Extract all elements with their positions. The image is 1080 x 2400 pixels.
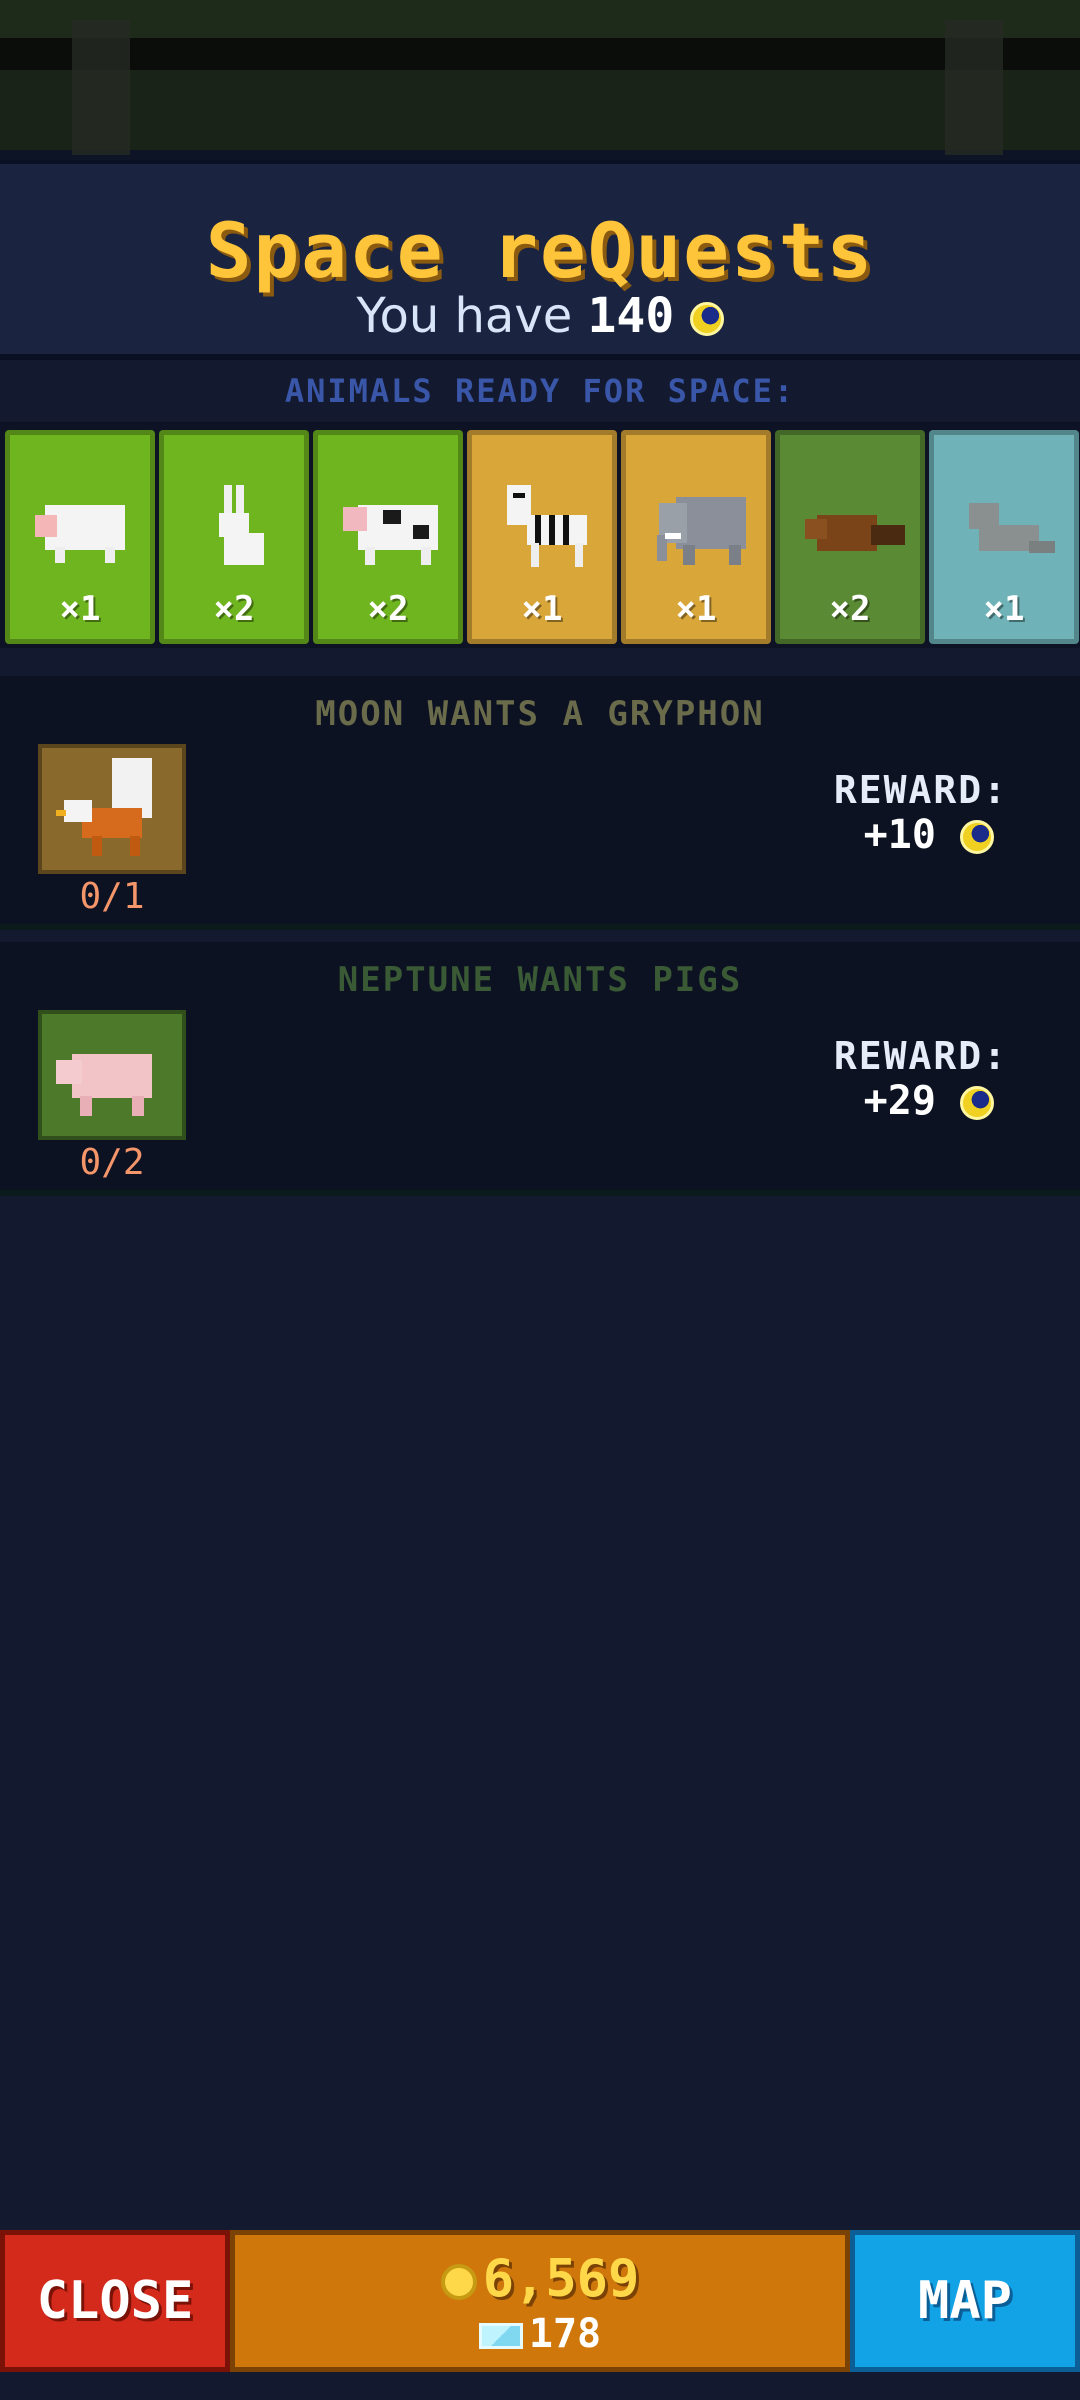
quest-title: MOON WANTS A GRYPHON xyxy=(315,694,765,734)
space-coin-icon xyxy=(689,302,724,336)
gold-coin-icon xyxy=(440,2264,477,2300)
gold-amount: 6,569 xyxy=(482,2249,640,2309)
balance-prefix: You have xyxy=(356,288,573,344)
animal-qty: ×1 xyxy=(675,589,717,629)
close-button[interactable]: CLOSE xyxy=(0,2230,230,2372)
quest-row-moon[interactable]: MOON WANTS A GRYPHON 0/1 REWARD: +10 xyxy=(0,676,1080,930)
quest-row-neptune[interactable]: NEPTUNE WANTS PIGS 0/2 REWARD: +29 xyxy=(0,942,1080,1196)
animal-card-cow[interactable]: ×2 xyxy=(313,430,463,644)
animal-card-seal[interactable]: ×1 xyxy=(929,430,1079,644)
scene-pillar xyxy=(72,20,130,155)
animals-ready-label: ANIMALS READY FOR SPACE: xyxy=(284,372,796,410)
zebra-icon xyxy=(507,485,587,567)
reward-amount: +29 xyxy=(863,1078,936,1124)
scene-pillar xyxy=(945,20,1003,155)
gem-amount: 178 xyxy=(528,2311,602,2357)
animal-card-sheep[interactable]: ×1 xyxy=(5,430,155,644)
animal-qty: ×1 xyxy=(983,589,1025,629)
animal-qty: ×2 xyxy=(367,589,409,629)
animal-qty: ×2 xyxy=(829,589,871,629)
beaver-icon xyxy=(805,515,905,551)
page-title: Space reQuests xyxy=(205,206,875,295)
bottom-bar: CLOSE 6,569 178 MAP xyxy=(0,2230,1080,2372)
reward-value: +29 xyxy=(864,1078,994,1124)
elephant-icon xyxy=(657,497,746,565)
animal-qty: ×2 xyxy=(213,589,255,629)
animal-qty: ×1 xyxy=(521,589,563,629)
quest-animal-slot[interactable] xyxy=(38,744,186,874)
animals-carousel[interactable]: ×1 ×2 ×2 ×1 ×1 ×2 ×1 xyxy=(0,422,1080,648)
reward-value: +10 xyxy=(864,812,994,858)
animal-qty: ×1 xyxy=(59,589,101,629)
space-coin-icon xyxy=(960,820,994,854)
animal-card-zebra[interactable]: ×1 xyxy=(467,430,617,644)
quest-animal-slot[interactable] xyxy=(38,1010,186,1140)
seal-icon xyxy=(969,503,1055,553)
balance-amount: 140 xyxy=(587,288,675,344)
map-button[interactable]: MAP xyxy=(850,2230,1080,2372)
animal-card-elephant[interactable]: ×1 xyxy=(621,430,771,644)
diamond-icon xyxy=(478,2323,523,2349)
top-scene-strip xyxy=(0,0,1080,160)
rabbit-icon xyxy=(219,485,264,565)
animal-card-beaver[interactable]: ×2 xyxy=(775,430,925,644)
gold-balance: 6,569 xyxy=(235,2249,845,2309)
header-panel: Space reQuests You have 140 xyxy=(0,160,1080,360)
quest-progress: 0/2 xyxy=(79,1142,145,1183)
cow-icon xyxy=(343,505,438,565)
quest-title: NEPTUNE WANTS PIGS xyxy=(337,960,743,1000)
pig-icon xyxy=(56,1054,152,1116)
gem-balance: 178 xyxy=(235,2311,845,2357)
reward-amount: +10 xyxy=(863,812,936,858)
gryphon-icon xyxy=(56,758,152,856)
quest-progress: 0/1 xyxy=(79,876,145,917)
reward-label: REWARD: xyxy=(833,1034,1008,1078)
reward-label: REWARD: xyxy=(833,768,1008,812)
currency-display: 6,569 178 xyxy=(230,2230,850,2372)
space-coin-icon xyxy=(960,1086,994,1120)
sheep-icon xyxy=(35,505,125,563)
animal-card-rabbit[interactable]: ×2 xyxy=(159,430,309,644)
space-currency-balance: You have 140 xyxy=(0,288,1080,344)
